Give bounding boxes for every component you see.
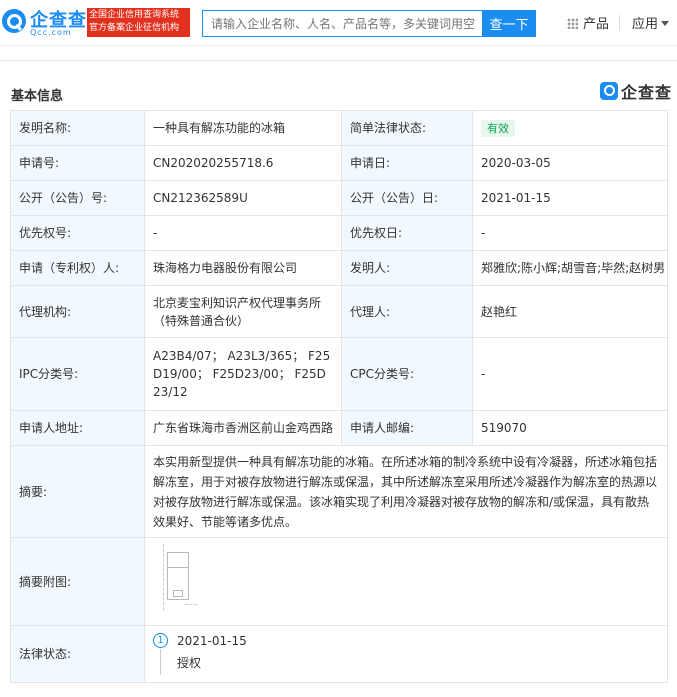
table-row: 发明名称: 一种具有解冻功能的冰箱 简单法律状态: 有效 <box>10 110 668 146</box>
applicant-label: 申请（专利权）人: <box>10 250 145 286</box>
agency-label: 代理机构: <box>10 285 145 338</box>
priority-date-label: 优先权日: <box>341 215 473 251</box>
priority-number-value: - <box>144 215 342 251</box>
application-number-label: 申请号: <box>10 145 145 181</box>
qcc-logo[interactable]: 企查查 Qcc.com <box>0 6 86 40</box>
search-button[interactable]: 查一下 <box>482 10 536 37</box>
invention-name-label: 发明名称: <box>10 110 145 146</box>
application-date-label: 申请日: <box>341 145 473 181</box>
applicant-link[interactable]: 珠海格力电器股份有限公司 <box>144 250 342 286</box>
agency-link[interactable]: 北京麦宝利知识产权代理事务所 （特殊普通合伙） <box>144 285 342 338</box>
nav-products-label: 产品 <box>583 17 610 32</box>
abstract-line-2: 解冻室，用于对被存放物进行解冻或保温，其中所述解冻室采用所述冷凝器作为解冻室的热… <box>153 474 658 489</box>
abstract-line-3: 对被存放物进行解冻或保温。该冰箱实现了利用冷凝器对被存放物的解冻和/或保温，具有… <box>153 494 650 509</box>
nav-apps-label: 应用 <box>632 17 659 32</box>
logo-subtitle: Qcc.com <box>30 28 72 37</box>
watermark-text: 企查查 <box>621 83 673 102</box>
publication-date-label: 公开（公告）日: <box>341 180 473 216</box>
application-date-value: 2020-03-05 <box>472 145 668 181</box>
section-title: 基本信息 <box>11 89 64 104</box>
qcc-watermark-icon <box>600 82 618 100</box>
cpc-value: - <box>472 337 668 411</box>
abstract-line-1: 本实用新型提供一种具有解冻功能的冰箱。在所述冰箱的制冷系统中设有冷凝器，所述冰箱… <box>153 454 658 469</box>
patent-info-table: 发明名称: 一种具有解冻功能的冰箱 简单法律状态: 有效 申请号: CN2020… <box>10 110 668 683</box>
nav-divider <box>619 15 620 30</box>
ipc-value: A23B4/07； A23L3/365； F25 D19/00； F25D23/… <box>144 337 342 411</box>
table-row: IPC分类号: A23B4/07； A23L3/365； F25 D19/00；… <box>10 337 668 411</box>
postcode-label: 申请人邮编: <box>341 410 473 446</box>
slogan-banner: 全国企业信用查询系统 官方备案企业征信机构 <box>87 8 190 37</box>
search-input[interactable] <box>202 10 482 37</box>
abstract-image-label: 摘要附图: <box>10 537 145 626</box>
nav-products[interactable]: 产品 <box>567 13 609 33</box>
table-row: 公开（公告）号: CN212362589U 公开（公告）日: 2021-01-1… <box>10 180 668 216</box>
priority-date-value: - <box>472 215 668 251</box>
abstract-line-4: 效果好、节能等诸多优点。 <box>153 514 298 529</box>
address-label: 申请人地址: <box>10 410 145 446</box>
application-number-value: CN202020255718.6 <box>144 145 342 181</box>
status-badge: 有效 <box>481 120 515 137</box>
ipc-line-3: 23/12 <box>153 385 188 399</box>
table-row: 法律状态: 1 2021-01-15 授权 <box>10 625 668 683</box>
priority-number-label: 优先权号: <box>10 215 145 251</box>
slogan-line-2: 官方备案企业征信机构 <box>89 23 180 33</box>
agency-name-line-2: （特殊普通合伙） <box>153 313 250 328</box>
legal-event-text: 授权 <box>177 656 202 670</box>
timeline-index-badge: 1 <box>153 633 168 648</box>
legal-status-label: 简单法律状态: <box>341 110 473 146</box>
table-row: 申请（专利权）人: 珠海格力电器股份有限公司 发明人: 郑雅欣;陈小辉;胡雪音;… <box>10 250 668 286</box>
abstract-value: 本实用新型提供一种具有解冻功能的冰箱。在所述冰箱的制冷系统中设有冷凝器，所述冰箱… <box>144 445 668 538</box>
grid-icon <box>567 18 578 29</box>
publication-date-value: 2021-01-15 <box>472 180 668 216</box>
qcc-logo-icon <box>2 9 26 33</box>
agent-label: 代理人: <box>341 285 473 338</box>
legal-event-date: 2021-01-15 <box>177 634 247 648</box>
ipc-label: IPC分类号: <box>10 337 145 411</box>
inventor-label: 发明人: <box>341 250 473 286</box>
table-row: 代理机构: 北京麦宝利知识产权代理事务所 （特殊普通合伙） 代理人: 赵艳红 <box>10 285 668 338</box>
nav-apps-dropdown[interactable]: 应用 <box>632 13 670 32</box>
publication-number-label: 公开（公告）号: <box>10 180 145 216</box>
legal-status-history-label: 法律状态: <box>10 625 145 683</box>
inventor-value: 郑雅欣;陈小辉;胡雪音;毕然;赵树男 <box>472 250 668 286</box>
postcode-value: 519070 <box>472 410 668 446</box>
table-row: 摘要: 本实用新型提供一种具有解冻功能的冰箱。在所述冰箱的制冷系统中设有冷凝器，… <box>10 445 668 538</box>
agent-value: 赵艳红 <box>472 285 668 338</box>
timeline-line <box>160 649 161 675</box>
legal-timeline-item: 1 2021-01-15 授权 <box>153 629 659 679</box>
cpc-label: CPC分类号: <box>341 337 473 411</box>
abstract-label: 摘要: <box>10 445 145 538</box>
publication-number-value: CN212362589U <box>144 180 342 216</box>
ipc-line-2: D19/00； F25D23/00； F25D <box>153 367 326 381</box>
slogan-line-1: 全国企业信用查询系统 <box>89 10 180 20</box>
table-row: 摘要附图: <box>10 537 668 626</box>
address-value: 广东省珠海市香洲区前山金鸡西路 <box>144 410 342 446</box>
invention-name-value: 一种具有解冻功能的冰箱 <box>144 110 342 146</box>
table-row: 优先权号: - 优先权日: - <box>10 215 668 251</box>
table-row: 申请人地址: 广东省珠海市香洲区前山金鸡西路 申请人邮编: 519070 <box>10 410 668 446</box>
abstract-drawing-thumbnail[interactable] <box>159 544 199 619</box>
top-navigation-bar: 企查查 Qcc.com 全国企业信用查询系统 官方备案企业征信机构 查一下 产品… <box>0 0 677 46</box>
agency-name-line-1: 北京麦宝利知识产权代理事务所 <box>153 295 322 310</box>
table-row: 申请号: CN202020255718.6 申请日: 2020-03-05 <box>10 145 668 181</box>
basic-info-panel: 基本信息 企查查 发明名称: 一种具有解冻功能的冰箱 简单法律状态: 有效 申请… <box>0 60 677 697</box>
chevron-down-icon <box>661 21 670 26</box>
ipc-line-1: A23B4/07； A23L3/365； F25 <box>153 349 331 363</box>
